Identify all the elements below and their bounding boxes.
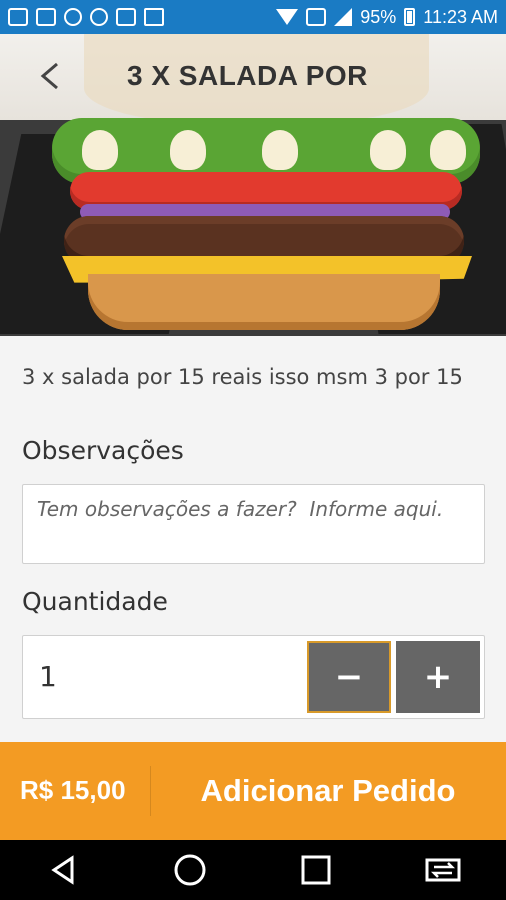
- observations-input[interactable]: [22, 484, 485, 564]
- back-icon: [40, 62, 58, 90]
- sync-icon: [64, 8, 82, 26]
- switch-app-icon: [425, 858, 461, 882]
- observations-label: Observações: [22, 436, 184, 465]
- gallery-icon: [8, 8, 28, 26]
- increase-quantity-button[interactable]: +: [396, 641, 480, 713]
- nav-switch-app-button[interactable]: [413, 840, 473, 900]
- back-button[interactable]: [28, 54, 72, 98]
- status-system-icons: 95% 11:23 AM: [276, 7, 498, 28]
- product-details: 3 x salada por 15 reais isso msm 3 por 1…: [0, 336, 506, 742]
- nav-recents-button[interactable]: [286, 840, 346, 900]
- status-bar: 95% 11:23 AM: [0, 0, 506, 34]
- quantity-value[interactable]: 1: [39, 660, 57, 693]
- page-title: 3 X SALADA POR: [127, 60, 368, 91]
- sauce-drop: [370, 130, 406, 170]
- message-icon: [144, 8, 164, 26]
- sauce-drop: [262, 130, 298, 170]
- bun-bottom: [88, 274, 440, 330]
- decrease-quantity-button[interactable]: −: [307, 641, 391, 713]
- settings-icon: [90, 8, 108, 26]
- sauce-drop: [170, 130, 206, 170]
- wifi-icon: [276, 9, 299, 25]
- triangle-back-icon: [51, 855, 74, 885]
- nav-home-button[interactable]: [160, 840, 220, 900]
- status-notification-icons: [8, 8, 164, 26]
- navigation-bar: [0, 840, 506, 900]
- battery-percent: 95%: [360, 6, 397, 27]
- order-bar: R$ 15,00 Adicionar Pedido: [0, 742, 506, 840]
- clock: 11:23 AM: [423, 6, 498, 27]
- square-recents-icon: [301, 855, 331, 885]
- battery-icon: [404, 8, 416, 26]
- usb-icon: [36, 8, 56, 26]
- photo-icon: [116, 8, 136, 26]
- circle-home-icon: [174, 854, 206, 886]
- 4g-icon: [306, 8, 327, 26]
- quantity-stepper: 1 − +: [22, 635, 485, 719]
- add-order-button[interactable]: Adicionar Pedido: [150, 742, 506, 840]
- total-price: R$ 15,00: [20, 775, 126, 805]
- quantity-label: Quantidade: [22, 587, 168, 616]
- sauce-drop: [82, 130, 118, 170]
- sauce-drop: [430, 130, 466, 170]
- signal-icon: [334, 8, 353, 26]
- app-header: 3 X SALADA POR: [0, 34, 506, 120]
- nav-back-button[interactable]: [33, 840, 93, 900]
- product-description: 3 x salada por 15 reais isso msm 3 por 1…: [22, 365, 463, 389]
